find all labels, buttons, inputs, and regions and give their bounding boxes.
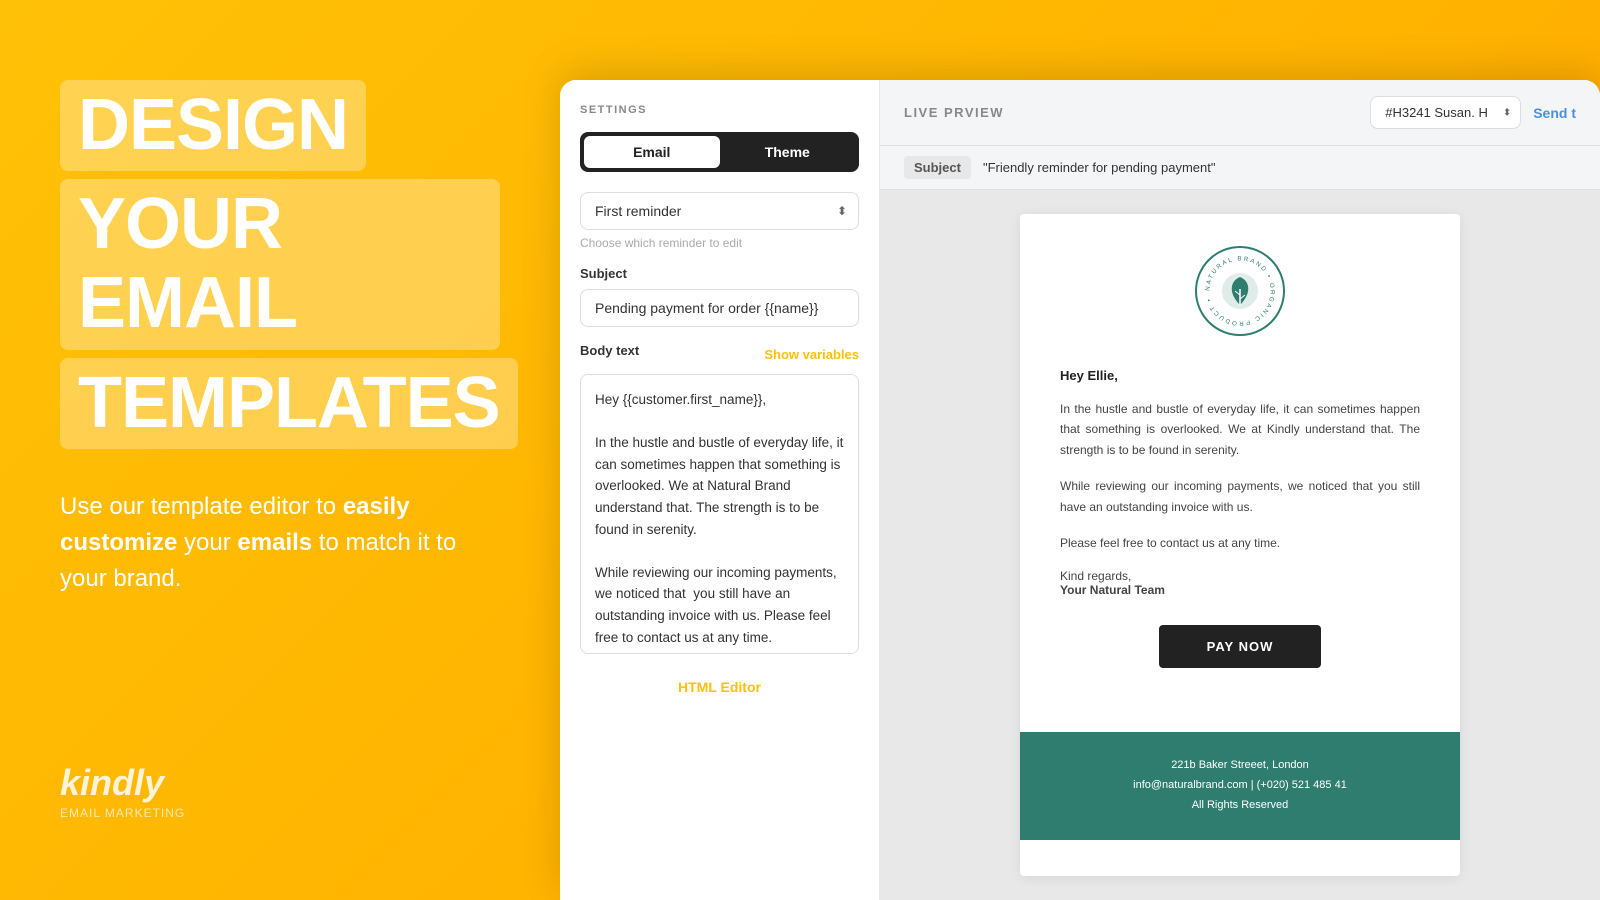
email-footer: 221b Baker Streeet, London info@naturalb… bbox=[1020, 732, 1460, 839]
hero-title-line-1: DESIGN bbox=[60, 80, 366, 171]
reminder-hint: Choose which reminder to edit bbox=[580, 236, 859, 250]
brand-footer: kindly EMAIL MARKETING bbox=[60, 762, 500, 820]
send-button[interactable]: Send t bbox=[1533, 105, 1576, 121]
tab-bar: Email Theme bbox=[580, 132, 859, 172]
preview-panel-title: LIVE PRVIEW bbox=[904, 105, 1358, 120]
email-para-2: While reviewing our incoming payments, w… bbox=[1060, 476, 1420, 517]
body-label-row: Body text Show variables bbox=[580, 343, 859, 366]
subject-bar-label: Subject bbox=[904, 156, 971, 179]
hero-subtitle: Use our template editor to easily custom… bbox=[60, 489, 500, 597]
left-panel: DESIGN YOUR EMAIL TEMPLATES Use our temp… bbox=[0, 0, 560, 900]
reminder-select-wrapper: First reminder Second reminder Third rem… bbox=[580, 192, 859, 230]
settings-panel: SETTINGS Email Theme First reminder Seco… bbox=[560, 80, 880, 900]
email-preview-container: NATURAL BRAND • ORGANIC PRODUCT • NATURA… bbox=[880, 190, 1600, 900]
pay-now-button[interactable]: PAY NOW bbox=[1159, 625, 1322, 668]
ticket-select[interactable]: #H3241 Susan. H bbox=[1370, 96, 1521, 129]
footer-copy: All Rights Reserved bbox=[1044, 796, 1436, 816]
email-logo-circle: NATURAL BRAND • ORGANIC PRODUCT • NATURA… bbox=[1195, 246, 1285, 336]
app-window: SETTINGS Email Theme First reminder Seco… bbox=[560, 80, 1600, 900]
reminder-select[interactable]: First reminder Second reminder Third rem… bbox=[580, 192, 859, 230]
preview-panel: LIVE PRVIEW #H3241 Susan. H ⬍ Send t Sub… bbox=[880, 80, 1600, 900]
email-sign-line1: Kind regards, bbox=[1060, 569, 1131, 583]
email-body: NATURAL BRAND • ORGANIC PRODUCT • NATURA… bbox=[1020, 214, 1460, 732]
brand-logo: kindly bbox=[60, 762, 500, 804]
tab-theme[interactable]: Theme bbox=[720, 136, 856, 168]
ticket-select-wrapper: #H3241 Susan. H ⬍ bbox=[1370, 96, 1521, 129]
subject-label: Subject bbox=[580, 266, 859, 281]
email-preview: NATURAL BRAND • ORGANIC PRODUCT • NATURA… bbox=[1020, 214, 1460, 876]
svg-text:NATURAL BRAND • ORGANIC PRODUC: NATURAL BRAND • ORGANIC PRODUCT • NATURA… bbox=[1197, 248, 1276, 327]
body-textarea[interactable]: Hey {{customer.first_name}}, In the hust… bbox=[580, 374, 859, 654]
subject-input[interactable] bbox=[580, 289, 859, 327]
email-sign-line2: Your Natural Team bbox=[1060, 583, 1165, 597]
brand-tagline: EMAIL MARKETING bbox=[60, 806, 500, 820]
hero-title-line-2: YOUR EMAIL bbox=[60, 179, 500, 349]
email-logo-wrapper: NATURAL BRAND • ORGANIC PRODUCT • NATURA… bbox=[1060, 246, 1420, 336]
footer-address: 221b Baker Streeet, London bbox=[1044, 756, 1436, 776]
settings-panel-title: SETTINGS bbox=[580, 104, 859, 116]
html-editor-link[interactable]: HTML Editor bbox=[580, 679, 859, 695]
show-variables-link[interactable]: Show variables bbox=[764, 347, 859, 362]
preview-header: LIVE PRVIEW #H3241 Susan. H ⬍ Send t bbox=[880, 80, 1600, 146]
footer-contact: info@naturalbrand.com | (+020) 521 485 4… bbox=[1044, 776, 1436, 796]
hero-title-line-3: TEMPLATES bbox=[60, 358, 518, 449]
hero-title: DESIGN YOUR EMAIL TEMPLATES bbox=[60, 80, 500, 457]
email-para-1: In the hustle and bustle of everyday lif… bbox=[1060, 399, 1420, 460]
email-greeting: Hey Ellie, bbox=[1060, 368, 1420, 383]
email-sign: Kind regards, Your Natural Team bbox=[1060, 569, 1420, 597]
email-para-3: Please feel free to contact us at any ti… bbox=[1060, 533, 1420, 553]
body-label: Body text bbox=[580, 343, 639, 358]
tab-email[interactable]: Email bbox=[584, 136, 720, 168]
subject-bar-value: "Friendly reminder for pending payment" bbox=[983, 160, 1216, 175]
subject-bar: Subject "Friendly reminder for pending p… bbox=[880, 146, 1600, 190]
